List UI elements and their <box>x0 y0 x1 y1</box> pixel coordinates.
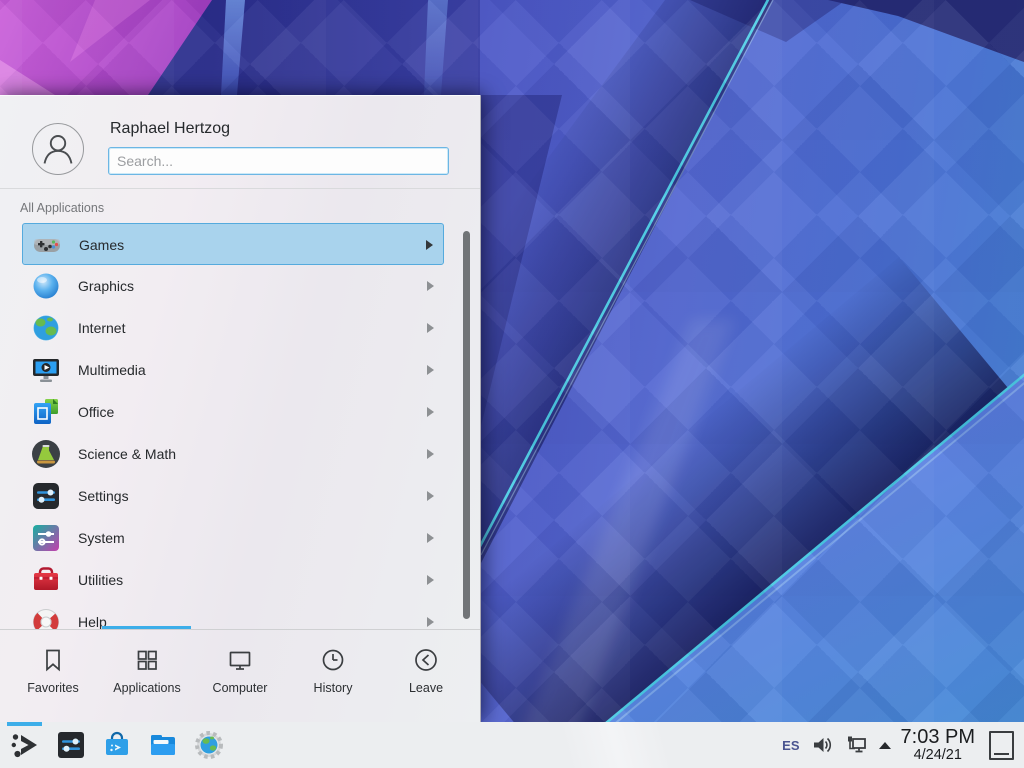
header-separator <box>0 188 480 189</box>
tab-label: Computer <box>193 681 287 695</box>
category-label: Games <box>79 224 124 266</box>
application-launcher-button[interactable] <box>9 729 41 761</box>
clock-time: 7:03 PM <box>901 727 975 748</box>
category-label: Science & Math <box>78 433 176 475</box>
category-row-games[interactable]: Games <box>22 223 444 265</box>
category-row-settings[interactable]: Settings <box>22 475 444 517</box>
tab-history[interactable]: History <box>286 630 380 723</box>
tab-label: Favorites <box>6 681 100 695</box>
category-label: Graphics <box>78 265 134 307</box>
submenu-arrow-icon <box>427 617 434 627</box>
tab-applications[interactable]: Applications <box>100 630 194 723</box>
submenu-arrow-icon <box>427 575 434 585</box>
sliders-icon <box>30 480 62 512</box>
category-row-system[interactable]: System <box>22 517 444 559</box>
system-settings-launcher[interactable] <box>55 729 87 761</box>
category-label: System <box>78 517 125 559</box>
submenu-arrow-icon <box>427 281 434 291</box>
user-avatar[interactable] <box>32 123 84 175</box>
category-label: Utilities <box>78 559 123 601</box>
submenu-arrow-icon <box>427 449 434 459</box>
submenu-arrow-icon <box>427 323 434 333</box>
launcher-tabbar: Favorites Applications Computer <box>0 630 480 723</box>
volume-icon[interactable] <box>811 734 833 756</box>
submenu-arrow-icon <box>427 407 434 417</box>
computer-icon <box>227 647 253 673</box>
category-list: Games Graphics <box>0 217 480 630</box>
toolbox-icon <box>30 564 62 596</box>
category-label: Internet <box>78 307 125 349</box>
gamepad-icon <box>31 229 63 261</box>
category-row-multimedia[interactable]: Multimedia <box>22 349 444 391</box>
category-label: Settings <box>78 475 129 517</box>
leave-icon <box>413 647 439 673</box>
app-grid-icon <box>134 647 160 673</box>
taskbar: ES 7:03 PM 4/24/21 <box>0 722 1024 768</box>
web-browser-icon <box>193 729 225 761</box>
network-icon[interactable] <box>844 734 868 756</box>
web-browser-launcher[interactable] <box>193 729 225 761</box>
category-row-graphics[interactable]: Graphics <box>22 265 444 307</box>
system-tray: ES <box>782 734 890 756</box>
clock-icon <box>320 647 346 673</box>
category-row-office[interactable]: Office <box>22 391 444 433</box>
system-settings-icon <box>55 729 87 761</box>
submenu-arrow-icon <box>427 491 434 501</box>
documents-icon <box>30 396 62 428</box>
application-launcher-menu: Raphael Hertzog All Applications Games <box>0 95 481 722</box>
system-sliders-icon <box>30 522 62 554</box>
tab-computer[interactable]: Computer <box>193 630 287 723</box>
kde-launcher-icon <box>9 729 41 761</box>
expand-arrow-icon[interactable] <box>879 742 891 749</box>
keyboard-layout-indicator[interactable]: ES <box>782 738 799 753</box>
tab-label: Leave <box>379 681 473 695</box>
discover-icon <box>101 729 133 761</box>
category-row-utilities[interactable]: Utilities <box>22 559 444 601</box>
tab-label: Applications <box>100 681 194 695</box>
list-scrollbar[interactable] <box>463 231 470 619</box>
lifebuoy-icon <box>30 606 62 630</box>
search-input[interactable] <box>108 147 449 175</box>
active-task-stripe <box>7 722 42 726</box>
paint-sphere-icon <box>30 270 62 302</box>
category-label: Office <box>78 391 114 433</box>
file-manager-icon <box>147 729 179 761</box>
section-label: All Applications <box>20 201 104 215</box>
submenu-arrow-icon <box>426 240 433 250</box>
flask-icon <box>30 438 62 470</box>
show-desktop-button[interactable] <box>989 731 1014 760</box>
category-row-internet[interactable]: Internet <box>22 307 444 349</box>
submenu-arrow-icon <box>427 365 434 375</box>
tab-leave[interactable]: Leave <box>379 630 473 723</box>
desktop: Raphael Hertzog All Applications Games <box>0 0 1024 768</box>
globe-icon <box>30 312 62 344</box>
bookmark-icon <box>40 647 66 673</box>
discover-launcher[interactable] <box>101 729 133 761</box>
category-row-science-math[interactable]: Science & Math <box>22 433 444 475</box>
category-row-help[interactable]: Help <box>22 601 444 630</box>
digital-clock[interactable]: 7:03 PM 4/24/21 <box>901 727 975 763</box>
user-name: Raphael Hertzog <box>110 120 230 138</box>
file-manager-launcher[interactable] <box>147 729 179 761</box>
clock-date: 4/24/21 <box>901 748 975 763</box>
media-player-icon <box>30 354 62 386</box>
submenu-arrow-icon <box>427 533 434 543</box>
category-label: Multimedia <box>78 349 146 391</box>
tab-favorites[interactable]: Favorites <box>6 630 100 723</box>
tab-label: History <box>286 681 380 695</box>
